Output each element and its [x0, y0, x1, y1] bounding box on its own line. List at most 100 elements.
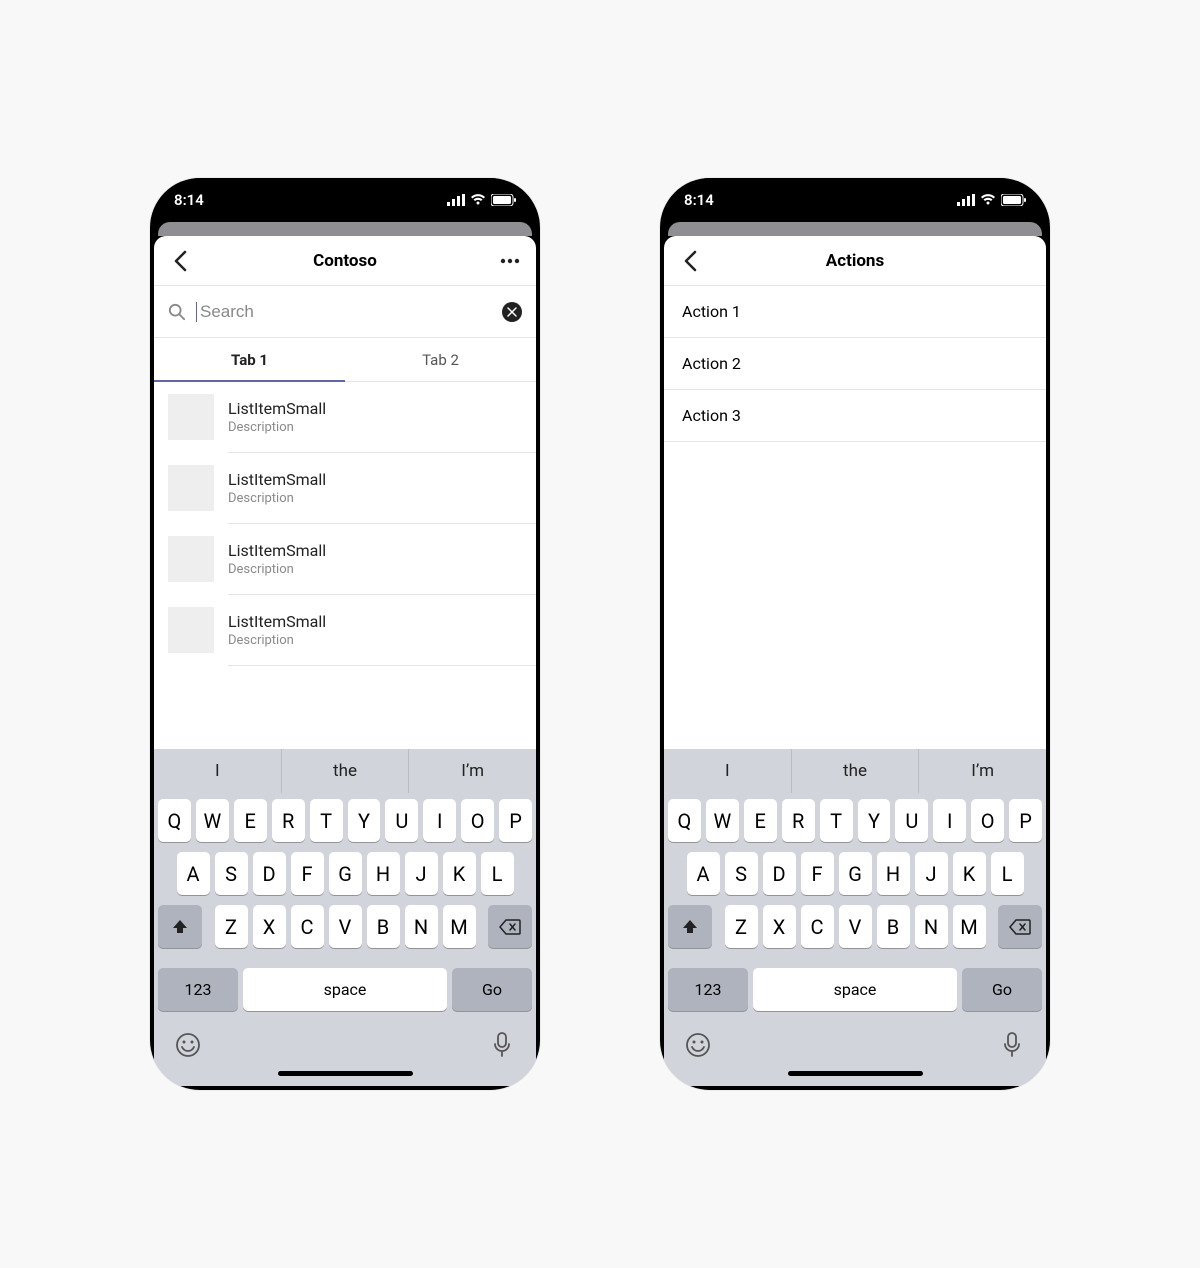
- suggestion[interactable]: I: [664, 749, 791, 793]
- letter-key[interactable]: O: [971, 799, 1004, 842]
- letter-key[interactable]: K: [953, 852, 986, 895]
- list[interactable]: ListItemSmall Description ListItemSmall …: [154, 382, 536, 749]
- suggestion[interactable]: I: [154, 749, 281, 793]
- home-indicator[interactable]: [278, 1071, 413, 1076]
- go-key[interactable]: Go: [962, 968, 1042, 1011]
- ellipsis-icon: [500, 258, 520, 264]
- shift-icon: [681, 918, 699, 936]
- letter-key[interactable]: E: [744, 799, 777, 842]
- letter-key[interactable]: T: [820, 799, 853, 842]
- nav-bar: Contoso: [154, 236, 536, 286]
- mic-button[interactable]: [488, 1031, 516, 1059]
- letter-key[interactable]: G: [329, 852, 362, 895]
- letter-key[interactable]: T: [310, 799, 343, 842]
- numeric-key[interactable]: 123: [668, 968, 748, 1011]
- suggestion[interactable]: the: [281, 749, 409, 793]
- letter-key[interactable]: R: [272, 799, 305, 842]
- letter-key[interactable]: V: [329, 905, 362, 948]
- letter-key[interactable]: Y: [858, 799, 891, 842]
- battery-icon: [491, 194, 516, 206]
- suggestion[interactable]: the: [791, 749, 919, 793]
- list-item-thumbnail: [168, 607, 214, 653]
- search-input[interactable]: [196, 302, 492, 322]
- letter-key[interactable]: C: [801, 905, 834, 948]
- letter-key[interactable]: Q: [158, 799, 191, 842]
- space-key[interactable]: space: [243, 968, 447, 1011]
- letter-key[interactable]: M: [443, 905, 476, 948]
- letter-key[interactable]: P: [499, 799, 532, 842]
- backspace-key[interactable]: [488, 905, 532, 948]
- letter-key[interactable]: D: [253, 852, 286, 895]
- shift-key[interactable]: [158, 905, 202, 948]
- letter-key[interactable]: J: [405, 852, 438, 895]
- letter-key[interactable]: D: [763, 852, 796, 895]
- letter-key[interactable]: R: [782, 799, 815, 842]
- letter-key[interactable]: N: [405, 905, 438, 948]
- letter-key[interactable]: G: [839, 852, 872, 895]
- list-item-title: ListItemSmall: [228, 612, 522, 631]
- keyboard-suggestions: I the I’m: [664, 749, 1046, 793]
- mic-button[interactable]: [998, 1031, 1026, 1059]
- shift-key[interactable]: [668, 905, 712, 948]
- action-item[interactable]: Action 2: [664, 338, 1046, 390]
- emoji-button[interactable]: [174, 1031, 202, 1059]
- letter-key[interactable]: O: [461, 799, 494, 842]
- letter-key[interactable]: F: [801, 852, 834, 895]
- letter-key[interactable]: F: [291, 852, 324, 895]
- letter-key[interactable]: A: [687, 852, 720, 895]
- letter-key[interactable]: X: [763, 905, 796, 948]
- letter-key[interactable]: J: [915, 852, 948, 895]
- letter-key[interactable]: N: [915, 905, 948, 948]
- backspace-key[interactable]: [998, 905, 1042, 948]
- home-indicator[interactable]: [788, 1071, 923, 1076]
- list-item[interactable]: ListItemSmall Description: [154, 382, 536, 452]
- letter-key[interactable]: S: [215, 852, 248, 895]
- tab-2[interactable]: Tab 2: [345, 338, 536, 381]
- list-item[interactable]: ListItemSmall Description: [154, 453, 536, 523]
- list-item[interactable]: ListItemSmall Description: [154, 595, 536, 665]
- tab-1[interactable]: Tab 1: [154, 338, 345, 381]
- letter-key[interactable]: P: [1009, 799, 1042, 842]
- back-button[interactable]: [166, 247, 194, 275]
- letter-key[interactable]: C: [291, 905, 324, 948]
- status-bar: 8:14: [150, 178, 540, 222]
- letter-key[interactable]: B: [367, 905, 400, 948]
- more-button[interactable]: [496, 247, 524, 275]
- letter-key[interactable]: K: [443, 852, 476, 895]
- space-key[interactable]: space: [753, 968, 957, 1011]
- emoji-button[interactable]: [684, 1031, 712, 1059]
- clear-search-button[interactable]: [502, 302, 522, 322]
- letter-key[interactable]: Y: [348, 799, 381, 842]
- letter-key[interactable]: I: [423, 799, 456, 842]
- app-screen: Actions Action 1 Action 2 Action 3 I the…: [664, 236, 1046, 1086]
- action-item[interactable]: Action 1: [664, 286, 1046, 338]
- nav-title: Contoso: [313, 251, 377, 271]
- back-button[interactable]: [676, 247, 704, 275]
- list-item[interactable]: ListItemSmall Description: [154, 524, 536, 594]
- letter-key[interactable]: V: [839, 905, 872, 948]
- letter-key[interactable]: Z: [215, 905, 248, 948]
- letter-key[interactable]: H: [877, 852, 910, 895]
- letter-key[interactable]: A: [177, 852, 210, 895]
- letter-key[interactable]: Q: [668, 799, 701, 842]
- go-key[interactable]: Go: [452, 968, 532, 1011]
- letter-key[interactable]: U: [895, 799, 928, 842]
- numeric-key[interactable]: 123: [158, 968, 238, 1011]
- previous-app-bar: [668, 222, 1042, 236]
- suggestion[interactable]: I’m: [408, 749, 536, 793]
- letter-key[interactable]: E: [234, 799, 267, 842]
- letter-key[interactable]: S: [725, 852, 758, 895]
- letter-key[interactable]: W: [706, 799, 739, 842]
- letter-key[interactable]: L: [481, 852, 514, 895]
- letter-key[interactable]: L: [991, 852, 1024, 895]
- letter-key[interactable]: W: [196, 799, 229, 842]
- letter-key[interactable]: U: [385, 799, 418, 842]
- letter-key[interactable]: B: [877, 905, 910, 948]
- letter-key[interactable]: I: [933, 799, 966, 842]
- action-item[interactable]: Action 3: [664, 390, 1046, 442]
- suggestion[interactable]: I’m: [918, 749, 1046, 793]
- letter-key[interactable]: M: [953, 905, 986, 948]
- letter-key[interactable]: Z: [725, 905, 758, 948]
- letter-key[interactable]: H: [367, 852, 400, 895]
- letter-key[interactable]: X: [253, 905, 286, 948]
